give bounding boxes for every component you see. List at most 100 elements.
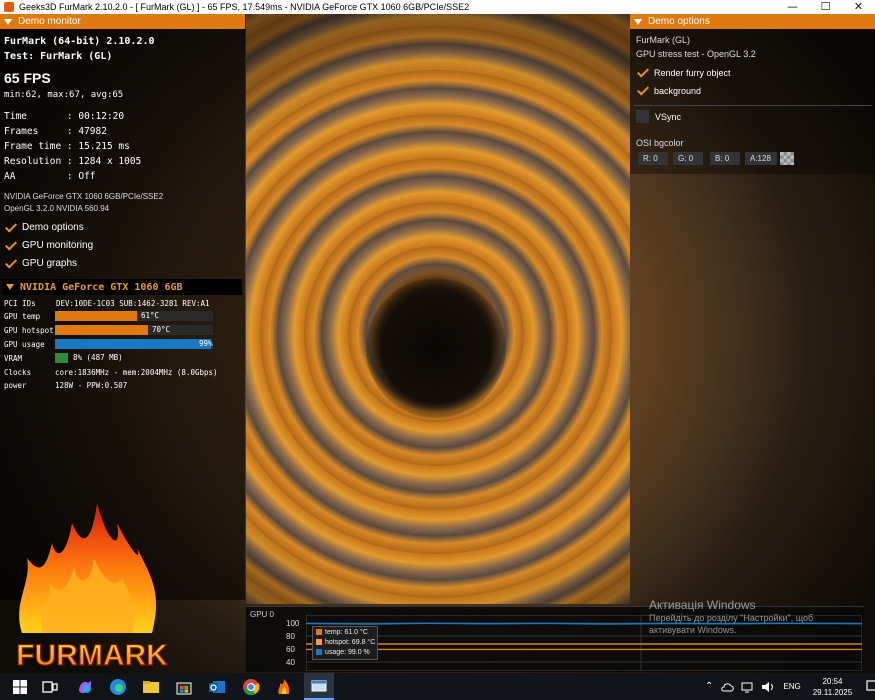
demo-options-header[interactable]: Demo options xyxy=(630,14,875,29)
divider xyxy=(634,105,872,106)
maximize-button[interactable]: ☐ xyxy=(809,0,842,14)
checkmark-icon xyxy=(636,84,649,97)
gpu-panel-title: NVIDIA GeForce GTX 1060 6GB xyxy=(20,281,183,293)
fps-value: 65 FPS xyxy=(4,70,51,86)
vsync-checkbox[interactable]: VSync xyxy=(636,110,681,123)
vram-label: VRAM xyxy=(4,354,23,363)
time-readout: Time : 00:12:20 xyxy=(4,111,125,122)
language-indicator[interactable]: ENG xyxy=(783,682,800,691)
demo-options-checkbox[interactable]: Demo options xyxy=(4,221,84,234)
graph-tick-40: 40 xyxy=(286,658,295,667)
outlook-icon[interactable] xyxy=(207,677,227,697)
gpu-hotspot-bar: 70°C xyxy=(55,325,213,335)
demo-options-title: Demo options xyxy=(648,16,710,27)
speaker-icon[interactable] xyxy=(761,681,775,693)
gpu-temp-label: GPU temp xyxy=(4,312,41,321)
gpu-panel-header[interactable]: NVIDIA GeForce GTX 1060 6GB xyxy=(2,279,242,295)
legend-swatch xyxy=(316,639,322,645)
gpu-usage-bar: 99% xyxy=(55,339,213,349)
gpu-hotspot-fill xyxy=(55,325,149,335)
legend-swatch xyxy=(316,629,322,635)
checkmark-icon xyxy=(4,257,17,270)
furmark-taskbar-icon[interactable] xyxy=(274,677,294,697)
fps-stats: min:62, max:67, avg:65 xyxy=(4,90,124,100)
gpu-temp-fill xyxy=(55,311,138,321)
pci-ids-value: DEV:10DE-1C03 SUB:1462-3281 REV:A1 xyxy=(56,299,210,308)
demo-options-subtitle: GPU stress test - OpenGL 3.2 xyxy=(636,49,756,59)
legend-temp-text: temp: 61.0 °C xyxy=(325,628,368,636)
clock-time: 20:54 xyxy=(822,676,843,686)
background-checkbox[interactable]: background xyxy=(636,84,701,97)
windows-start-icon[interactable] xyxy=(10,677,30,697)
test-name: Test: FurMark (GL) xyxy=(4,51,113,62)
red-input[interactable]: R: 0 xyxy=(638,152,668,165)
gpu-usage-label: GPU usage xyxy=(4,340,45,349)
opengl-version: OpenGL 3.2.0 NVIDIA 560.94 xyxy=(4,204,110,213)
activation-line2: активувати Windows. xyxy=(649,625,737,635)
network-icon[interactable] xyxy=(741,681,755,693)
gpu-hotspot-label: GPU hotspot xyxy=(4,326,54,335)
frame-time-readout: Frame time : 15.215 ms xyxy=(4,141,130,152)
window-titlebar: Geeks3D FurMark 2.10.2.0 - [ FurMark (GL… xyxy=(0,0,875,14)
cloud-icon[interactable] xyxy=(721,681,735,693)
notifications-button[interactable]: 2 xyxy=(866,679,875,694)
task-view-icon[interactable] xyxy=(40,677,60,697)
file-explorer-icon[interactable] xyxy=(141,677,161,697)
render-furry-label: Render furry object xyxy=(654,67,731,78)
minimize-button[interactable]: — xyxy=(776,0,809,14)
graph-tick-80: 80 xyxy=(286,632,295,641)
activation-title: Активація Windows xyxy=(649,598,756,612)
aa-readout: AA : Off xyxy=(4,171,96,182)
green-input[interactable]: G: 0 xyxy=(673,152,703,165)
logo-wordmark: FURMARK xyxy=(16,639,168,672)
legend-usage-text: usage: 99.0 % xyxy=(325,648,370,656)
copilot-icon[interactable] xyxy=(75,677,95,697)
graph-legend: temp: 61.0 °C hotspot: 69.8 °C usage: 99… xyxy=(312,626,378,660)
graph-gpu-label: GPU 0 xyxy=(250,610,275,619)
pci-ids-label: PCI IDs xyxy=(4,299,36,308)
gpu-graphs-label: GPU graphs xyxy=(22,258,78,269)
unchecked-box xyxy=(636,110,649,123)
vram-fill xyxy=(55,353,68,363)
demo-monitor-header[interactable]: Demo monitor xyxy=(0,14,245,29)
system-tray: ⌃ ENG 20:54 29.11.2025 2 xyxy=(705,673,875,700)
gpu-name: NVIDIA GeForce GTX 1060 6GB/PCIe/SSE2 xyxy=(4,192,164,201)
checkmark-icon xyxy=(4,239,17,252)
furmark-window-taskbar-button[interactable] xyxy=(304,673,334,700)
blue-input[interactable]: B: 0 xyxy=(710,152,740,165)
gpu-hotspot-value: 70°C xyxy=(152,325,171,334)
clock[interactable]: 20:54 29.11.2025 xyxy=(813,676,852,698)
gpu-graphs-checkbox[interactable]: GPU graphs xyxy=(4,257,77,270)
furmark-logo: FURMARK xyxy=(16,503,169,673)
gpu-monitoring-checkbox[interactable]: GPU monitoring xyxy=(4,239,93,252)
close-button[interactable]: ✕ xyxy=(842,0,875,14)
graph-tick-60: 60 xyxy=(286,645,295,654)
vram-bar: 8% (487 MB) xyxy=(55,353,213,363)
alpha-input[interactable]: A:128 xyxy=(745,152,777,165)
gpu-temp-value: 61°C xyxy=(141,311,160,320)
checkmark-icon xyxy=(4,221,17,234)
furmark-window-icon xyxy=(311,680,327,692)
activation-line1: Перейдіть до розділу "Настройки", щоб xyxy=(649,613,814,623)
vram-value: 8% (487 MB) xyxy=(73,353,123,362)
legend-hotspot-text: hotspot: 69.8 °C xyxy=(325,638,376,646)
graph-tick-100: 100 xyxy=(286,619,300,628)
edge-icon[interactable] xyxy=(108,677,128,697)
windows-activation-watermark: Активація Windows Перейдіть до розділу "… xyxy=(649,598,813,636)
chrome-icon[interactable] xyxy=(241,677,261,697)
legend-temp: temp: 61.0 °C xyxy=(313,627,377,637)
background-label: background xyxy=(654,85,702,96)
gpu-temp-bar: 61°C xyxy=(55,311,213,321)
collapse-triangle-icon xyxy=(6,284,14,290)
vsync-label: VSync xyxy=(655,111,682,122)
checkmark-icon xyxy=(636,66,649,79)
gpu-monitoring-label: GPU monitoring xyxy=(22,240,94,251)
notification-icon xyxy=(866,679,875,691)
demo-monitor-title: Demo monitor xyxy=(18,16,81,27)
render-furry-checkbox[interactable]: Render furry object xyxy=(636,66,731,79)
legend-hotspot: hotspot: 69.8 °C xyxy=(313,637,377,647)
store-icon[interactable] xyxy=(174,677,194,697)
color-swatch[interactable] xyxy=(780,152,794,165)
chevron-up-icon[interactable]: ⌃ xyxy=(705,681,713,692)
clocks-label: Clocks xyxy=(4,368,32,377)
